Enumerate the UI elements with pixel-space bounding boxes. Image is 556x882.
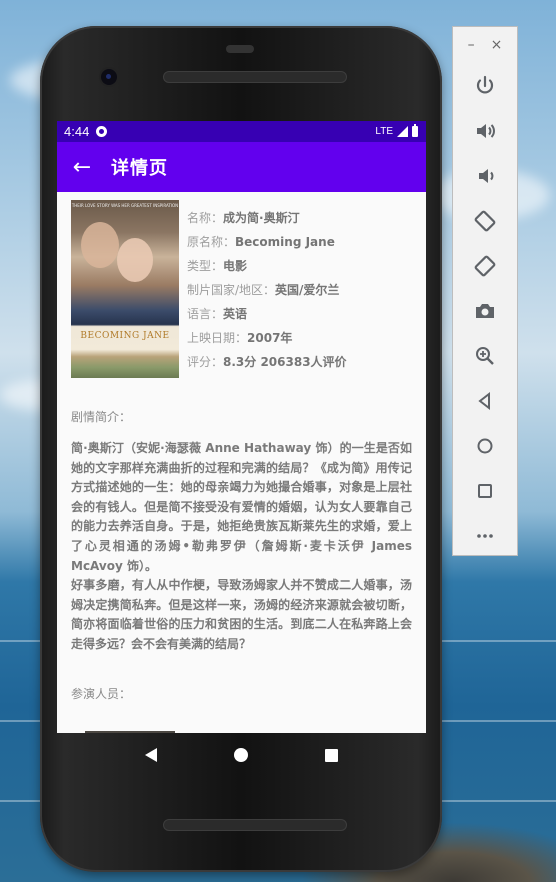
earpiece [226, 45, 254, 53]
back-icon [478, 391, 490, 410]
more-button[interactable] [453, 513, 517, 558]
camera-icon [476, 303, 494, 318]
back-arrow-icon[interactable]: ← [57, 142, 107, 192]
info-row-country: 制片国家/地区：英国/爱尔兰 [187, 278, 347, 302]
more-icon [477, 533, 493, 538]
info-row-name: 名称：成为简·奥斯汀 [187, 206, 347, 230]
info-value: 电影 [223, 259, 248, 273]
info-value: 2007年 [247, 331, 293, 345]
synopsis-text: 简·奥斯汀（安妮·海瑟薇 Anne Hathaway 饰）的一生是否如她的文字那… [71, 441, 412, 651]
rotate-left-button[interactable] [453, 198, 517, 243]
bottom-speaker [164, 820, 346, 830]
emulator-toolbar: – × [452, 26, 518, 556]
cast-title: 参演人员： [71, 686, 132, 701]
nav-back-icon[interactable] [145, 748, 158, 762]
zoom-button[interactable] [453, 333, 517, 378]
battery-icon [412, 124, 418, 137]
info-label: 评分： [187, 355, 224, 369]
info-value: Becoming Jane [235, 235, 335, 249]
network-type: LTE [375, 126, 393, 137]
status-bar: 4:44 LTE [57, 121, 426, 142]
top-speaker [164, 72, 346, 82]
notification-icon [96, 126, 108, 137]
app-bar: ← 详情页 [57, 142, 426, 192]
detail-content[interactable]: THEIR LOVE STORY WAS HER GREATEST INSPIR… [57, 192, 426, 733]
info-row-rating: 评分：8.3分 206383人评价 [187, 350, 347, 374]
front-camera [101, 69, 117, 85]
movie-info: 名称：成为简·奥斯汀 原名称：Becoming Jane 类型：电影 制片国家/… [187, 200, 347, 378]
info-label: 制片国家/地区： [187, 283, 276, 297]
info-value: 8.3分 206383人评价 [223, 355, 347, 369]
info-row-type: 类型：电影 [187, 254, 347, 278]
back-button[interactable] [453, 378, 517, 423]
info-label: 类型： [187, 259, 224, 273]
close-button[interactable]: × [491, 37, 503, 53]
volume-down-icon [479, 168, 494, 183]
info-label: 原名称： [187, 235, 236, 249]
info-label: 名称： [187, 211, 224, 225]
screenshot-button[interactable] [453, 288, 517, 333]
info-value: 英语 [223, 307, 248, 321]
system-nav-bar [57, 733, 426, 777]
info-row-release-date: 上映日期：2007年 [187, 326, 347, 350]
movie-header: THEIR LOVE STORY WAS HER GREATEST INSPIR… [71, 200, 412, 378]
info-value: 英国/爱尔兰 [275, 283, 340, 297]
volume-up-button[interactable] [453, 108, 517, 153]
status-indicators: LTE [375, 124, 418, 137]
toolbar-window-controls: – × [453, 27, 517, 63]
home-button[interactable] [453, 423, 517, 468]
info-row-language: 语言：英语 [187, 302, 347, 326]
page-title: 详情页 [111, 158, 168, 179]
overview-icon [478, 483, 492, 498]
poster-figure [117, 238, 153, 282]
nav-recent-apps-icon[interactable] [324, 748, 338, 762]
poster-title: BECOMING JANE [80, 331, 170, 341]
info-label: 上映日期： [187, 331, 248, 345]
app-screen: 4:44 LTE ← 详情页 THEIR LOVE STORY WAS HER … [57, 121, 426, 733]
volume-up-icon [477, 123, 495, 138]
signal-icon [397, 126, 408, 137]
power-icon [476, 75, 494, 93]
overview-button[interactable] [453, 468, 517, 513]
zoom-icon [476, 346, 494, 365]
minimize-button[interactable]: – [468, 37, 475, 53]
synopsis-title: 剧情简介： [71, 410, 132, 424]
rotate-left-icon [474, 210, 496, 231]
poster-tagline: THEIR LOVE STORY WAS HER GREATEST INSPIR… [71, 203, 179, 208]
power-button[interactable] [453, 63, 517, 108]
poster-figure [81, 222, 119, 268]
home-icon [477, 438, 493, 453]
rotate-right-icon [474, 255, 496, 276]
info-label: 语言： [187, 307, 224, 321]
info-value: 成为简·奥斯汀 [223, 211, 300, 225]
status-time: 4:44 [64, 124, 90, 139]
volume-down-button[interactable] [453, 153, 517, 198]
movie-poster[interactable]: THEIR LOVE STORY WAS HER GREATEST INSPIR… [71, 200, 179, 378]
info-row-original-name: 原名称：Becoming Jane [187, 230, 347, 254]
rotate-right-button[interactable] [453, 243, 517, 288]
nav-home-icon[interactable] [233, 748, 248, 762]
